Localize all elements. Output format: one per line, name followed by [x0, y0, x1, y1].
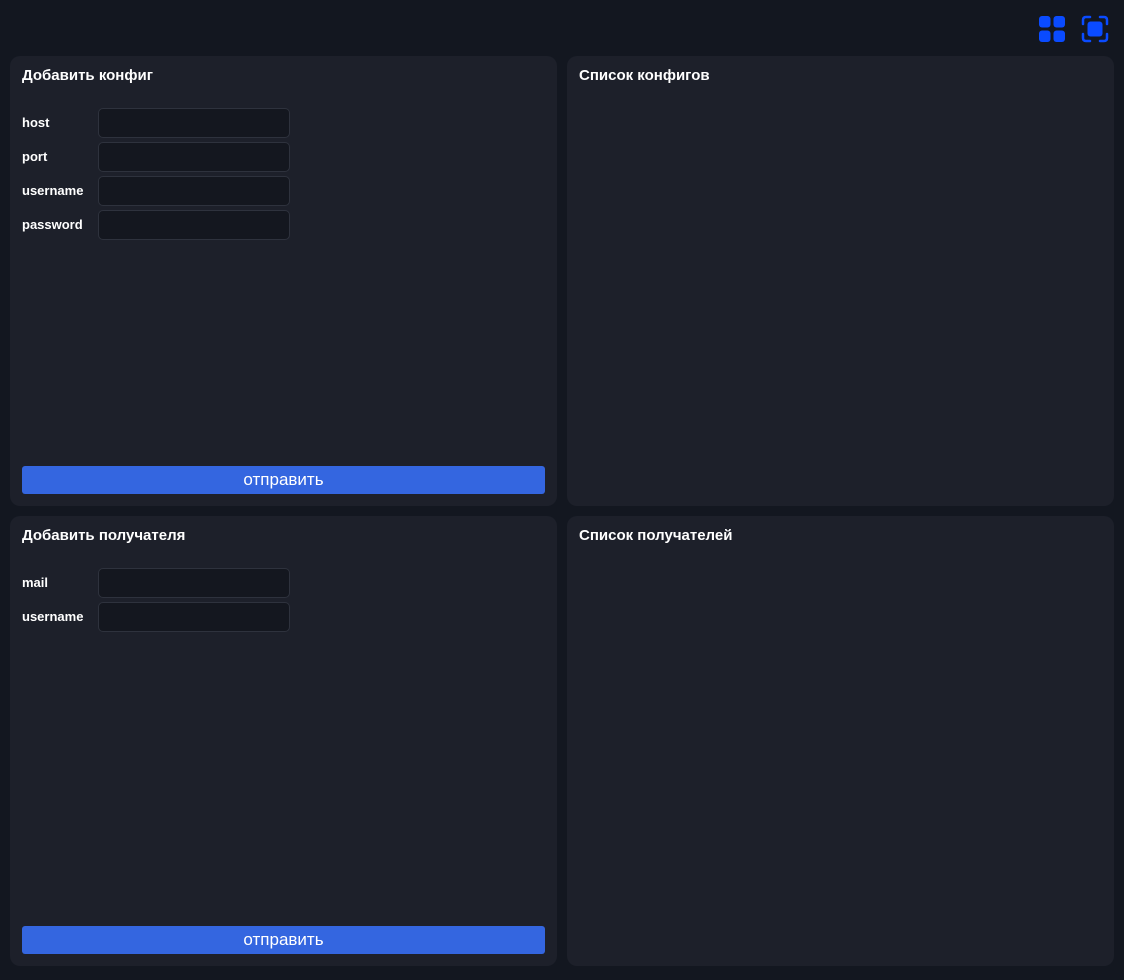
port-input[interactable]: [98, 142, 290, 172]
port-label: port: [22, 149, 48, 164]
mail-label: mail: [22, 575, 49, 590]
port-row: port: [22, 142, 422, 172]
add-config-title: Добавить конфиг: [22, 67, 153, 84]
top-toolbar: [0, 0, 1124, 56]
username-row: username: [22, 176, 422, 206]
password-label: password: [22, 217, 83, 232]
mail-input[interactable]: [98, 568, 290, 598]
add-recipient-card: Добавить получателя mail username отправ…: [10, 516, 557, 966]
recipient-submit-button[interactable]: отправить: [22, 926, 545, 954]
config-list-title: Список конфигов: [579, 67, 710, 84]
password-row: password: [22, 210, 422, 240]
recipient-list-title: Список получателей: [579, 527, 733, 544]
host-label: host: [22, 115, 50, 130]
add-recipient-title: Добавить получателя: [22, 527, 186, 544]
recipient-username-label: username: [22, 609, 84, 624]
password-input[interactable]: [98, 210, 290, 240]
username-label: username: [22, 183, 84, 198]
recipient-username-row: username: [22, 602, 422, 632]
config-submit-button[interactable]: отправить: [22, 466, 545, 494]
grid-icon[interactable]: [1038, 15, 1066, 43]
fullscreen-icon[interactable]: [1081, 15, 1109, 43]
add-config-card: Добавить конфиг host port username passw…: [10, 56, 557, 506]
recipient-list-card: Список получателей: [567, 516, 1114, 966]
recipient-username-input[interactable]: [98, 602, 290, 632]
config-list-card: Список конфигов: [567, 56, 1114, 506]
host-input[interactable]: [98, 108, 290, 138]
username-input[interactable]: [98, 176, 290, 206]
mail-row: mail: [22, 568, 422, 598]
host-row: host: [22, 108, 422, 138]
